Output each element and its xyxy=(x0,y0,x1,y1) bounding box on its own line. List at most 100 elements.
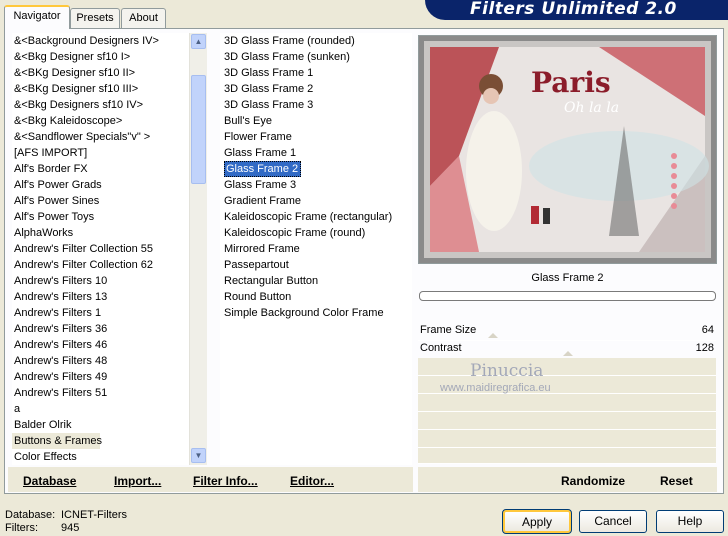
randomize-button[interactable]: Randomize xyxy=(561,474,625,488)
filter-item[interactable]: Bull's Eye xyxy=(220,113,412,129)
category-item[interactable]: Alf's Power Sines xyxy=(12,193,190,209)
filter-list[interactable]: 3D Glass Frame (rounded) 3D Glass Frame (… xyxy=(220,33,412,465)
filter-item[interactable]: Glass Frame 2 xyxy=(220,161,412,177)
filter-item[interactable]: Passepartout xyxy=(220,257,412,273)
category-item[interactable]: Andrew's Filters 46 xyxy=(12,337,190,353)
filter-item[interactable]: Round Button xyxy=(220,289,412,305)
category-item[interactable]: Andrew's Filters 36 xyxy=(12,321,190,337)
filter-item[interactable]: 3D Glass Frame 3 xyxy=(220,97,412,113)
empty-param-row xyxy=(418,394,716,412)
tab-about[interactable]: About xyxy=(121,8,166,28)
reset-button[interactable]: Reset xyxy=(660,474,693,488)
status-filters-value: 945 xyxy=(61,522,80,534)
apply-button[interactable]: Apply xyxy=(502,509,572,534)
category-item[interactable]: &<BKg Designer sf10 III> xyxy=(12,81,190,97)
preview-subline: Oh la la xyxy=(564,100,619,116)
frame-size-slider-thumb[interactable] xyxy=(488,333,498,338)
filter-item[interactable]: Glass Frame 3 xyxy=(220,177,412,193)
preview-image: Paris Oh la la xyxy=(419,36,716,263)
filter-item-label: Flower Frame xyxy=(224,131,292,143)
app-title: Filters Unlimited 2.0 xyxy=(470,0,677,19)
filter-item-label: Bull's Eye xyxy=(224,115,272,127)
filter-item[interactable]: Kaleidoscopic Frame (rectangular) xyxy=(220,209,412,225)
category-item[interactable]: &<Bkg Kaleidoscope> xyxy=(12,113,190,129)
filter-info-button[interactable]: Filter Info... xyxy=(193,474,258,488)
category-item[interactable]: &<Bkg Designer sf10 I> xyxy=(12,49,190,65)
filter-item-label: Passepartout xyxy=(224,259,289,271)
filter-item-label: 3D Glass Frame 2 xyxy=(224,83,314,95)
category-item[interactable]: Andrew's Filter Collection 55 xyxy=(12,241,190,257)
param-label: Frame Size xyxy=(420,324,477,336)
category-item[interactable]: &<Bkg Designers sf10 IV> xyxy=(12,97,190,113)
category-item[interactable]: Andrew's Filters 51 xyxy=(12,385,190,401)
preview-headline: Paris xyxy=(531,66,611,99)
filter-item-label: Round Button xyxy=(224,291,292,303)
cancel-button[interactable]: Cancel xyxy=(579,510,647,533)
database-button[interactable]: Database xyxy=(23,474,76,488)
category-item[interactable]: &<BKg Designer sf10 II> xyxy=(12,65,190,81)
scroll-thumb[interactable] xyxy=(191,75,206,184)
editor-button[interactable]: Editor... xyxy=(290,474,334,488)
category-item[interactable]: &<Sandflower Specials"v" > xyxy=(12,129,190,145)
category-item[interactable]: Andrew's Filters 13 xyxy=(12,289,190,305)
import-button[interactable]: Import... xyxy=(114,474,161,488)
category-item[interactable]: Andrew's Filters 48 xyxy=(12,353,190,369)
filter-item-label: Simple Background Color Frame xyxy=(224,307,384,319)
filter-item[interactable]: 3D Glass Frame 1 xyxy=(220,65,412,81)
filter-item-label: Rectangular Button xyxy=(224,275,319,287)
filter-item[interactable]: Gradient Frame xyxy=(220,193,412,209)
filter-item[interactable]: Glass Frame 1 xyxy=(220,145,412,161)
filter-item-label: Glass Frame 3 xyxy=(224,179,297,191)
category-item[interactable]: Andrew's Filters 1 xyxy=(12,305,190,321)
filter-item-label: Mirrored Frame xyxy=(224,243,300,255)
filter-item-label: Glass Frame 1 xyxy=(224,147,297,159)
progress-bar xyxy=(419,291,716,301)
empty-param-row xyxy=(418,448,716,464)
category-list[interactable]: &<Background Designers IV> &<Bkg Designer… xyxy=(12,33,190,465)
filter-item[interactable]: Mirrored Frame xyxy=(220,241,412,257)
category-item[interactable]: [AFS IMPORT] xyxy=(12,145,190,161)
category-item[interactable]: Alf's Border FX xyxy=(12,161,190,177)
watermark-site: www.maidiregrafica.eu xyxy=(440,382,551,394)
scroll-down-icon[interactable]: ▼ xyxy=(191,448,206,463)
filter-item-label: Kaleidoscopic Frame (round) xyxy=(224,227,366,239)
watermark-name: Pinuccia xyxy=(470,361,544,381)
filter-item-label: 3D Glass Frame (sunken) xyxy=(224,51,350,63)
category-item[interactable]: &<Background Designers IV> xyxy=(12,33,190,49)
category-scrollbar[interactable]: ▲ ▼ xyxy=(189,33,207,465)
category-item[interactable]: Color Effects xyxy=(12,449,190,465)
filter-item[interactable]: Simple Background Color Frame xyxy=(220,305,412,321)
status-database-value: ICNET-Filters xyxy=(61,509,127,521)
preview-frame: Paris Oh la la xyxy=(418,35,717,264)
status-filters: Filters: 945 xyxy=(5,522,79,534)
empty-param-row xyxy=(418,430,716,448)
category-item[interactable]: a xyxy=(12,401,190,417)
category-item[interactable]: Alf's Power Toys xyxy=(12,209,190,225)
category-item[interactable]: Balder Olrik xyxy=(12,417,190,433)
tab-presets[interactable]: Presets xyxy=(70,8,120,28)
filter-item[interactable]: 3D Glass Frame (rounded) xyxy=(220,33,412,49)
status-database: Database: ICNET-Filters xyxy=(5,509,127,521)
category-item[interactable]: Andrew's Filters 10 xyxy=(12,273,190,289)
contrast-slider-thumb[interactable] xyxy=(563,351,573,356)
param-value: 64 xyxy=(701,324,714,336)
filter-item[interactable]: Kaleidoscopic Frame (round) xyxy=(220,225,412,241)
filter-item[interactable]: Flower Frame xyxy=(220,129,412,145)
filter-item[interactable]: Rectangular Button xyxy=(220,273,412,289)
filter-item[interactable]: 3D Glass Frame 2 xyxy=(220,81,412,97)
scroll-up-icon[interactable]: ▲ xyxy=(191,34,206,49)
param-label: Contrast xyxy=(420,342,462,354)
help-button[interactable]: Help xyxy=(656,510,724,533)
selected-filter-title: Glass Frame 2 xyxy=(531,272,604,284)
filter-item[interactable]: 3D Glass Frame (sunken) xyxy=(220,49,412,65)
category-item[interactable]: Buttons & Frames xyxy=(12,433,102,449)
param-contrast[interactable]: Contrast 128 xyxy=(418,340,716,359)
category-item[interactable]: Andrew's Filter Collection 62 xyxy=(12,257,190,273)
category-item[interactable]: Andrew's Filters 49 xyxy=(12,369,190,385)
category-item[interactable]: Alf's Power Grads xyxy=(12,177,190,193)
category-item[interactable]: AlphaWorks xyxy=(12,225,190,241)
filter-item-label: Kaleidoscopic Frame (rectangular) xyxy=(224,211,393,223)
status-filters-label: Filters: xyxy=(5,522,38,534)
tab-navigator[interactable]: Navigator xyxy=(4,5,70,29)
param-frame-size[interactable]: Frame Size 64 xyxy=(418,322,716,341)
